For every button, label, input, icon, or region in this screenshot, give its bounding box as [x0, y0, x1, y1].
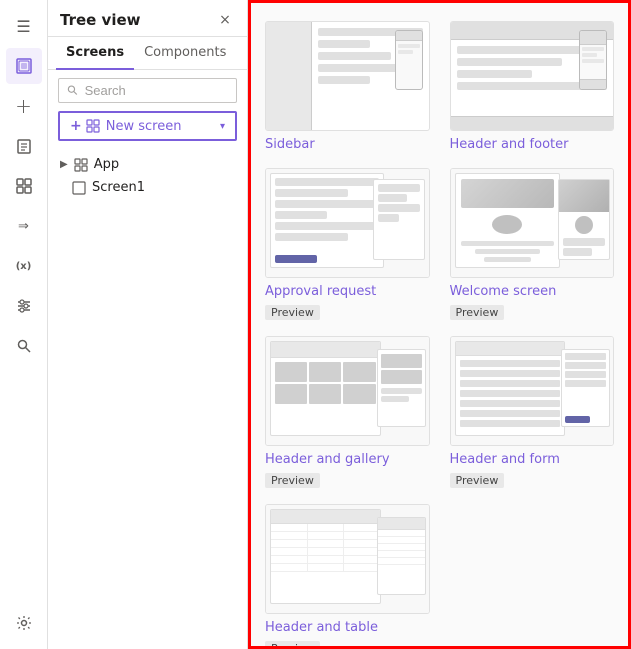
- table-label-row: Header and table Preview: [265, 620, 430, 649]
- form-label: Header and form: [450, 452, 560, 467]
- search-icon: [67, 84, 79, 97]
- template-form: Header and form Preview: [450, 336, 615, 488]
- template-panel: Sidebar: [248, 0, 631, 649]
- template-gallery: Header and gallery Preview: [265, 336, 430, 488]
- clipboard-icon[interactable]: [6, 128, 42, 164]
- tree-panel: Tree view × Screens Components + New scr…: [48, 0, 248, 649]
- new-screen-grid-icon: [86, 119, 100, 133]
- template-table: Header and table Preview: [265, 504, 430, 649]
- header-footer-label-row: Header and footer: [450, 137, 615, 152]
- search-icon[interactable]: [6, 328, 42, 364]
- new-screen-chevron: ▾: [220, 121, 225, 132]
- template-approval: Approval request Preview: [265, 168, 430, 320]
- gallery-preview-badge[interactable]: Preview: [265, 473, 320, 488]
- app-icon: [74, 158, 88, 172]
- template-header-footer: Header and footer: [450, 21, 615, 152]
- table-preview-badge[interactable]: Preview: [265, 641, 320, 649]
- tree-panel-title: Tree view: [60, 11, 141, 29]
- sidebar-label-row: Sidebar: [265, 137, 430, 152]
- approval-preview-badge[interactable]: Preview: [265, 305, 320, 320]
- tree-item-screen1[interactable]: Screen1: [48, 176, 247, 199]
- table-label: Header and table: [265, 620, 378, 635]
- tab-screens[interactable]: Screens: [56, 37, 134, 70]
- form-thumbnail[interactable]: [450, 336, 615, 446]
- approval-thumbnail[interactable]: [265, 168, 430, 278]
- table-thumbnail[interactable]: [265, 504, 430, 614]
- hamburger-icon[interactable]: ☰: [6, 8, 42, 44]
- gallery-label: Header and gallery: [265, 452, 390, 467]
- screen-icon: [72, 181, 86, 195]
- approval-label-row: Approval request Preview: [265, 284, 430, 320]
- app-caret-icon: ▶: [60, 159, 68, 170]
- tree-item-app[interactable]: ▶ App: [48, 153, 247, 176]
- close-button[interactable]: ×: [215, 10, 235, 30]
- settings-bottom-icon[interactable]: [6, 605, 42, 641]
- variable-icon[interactable]: (x): [6, 248, 42, 284]
- welcome-label-row: Welcome screen Preview: [450, 284, 615, 320]
- new-screen-label: New screen: [106, 119, 182, 134]
- welcome-thumbnail[interactable]: [450, 168, 615, 278]
- tree-item-screen1-label: Screen1: [92, 180, 145, 195]
- gallery-thumbnail[interactable]: [265, 336, 430, 446]
- gallery-label-row: Header and gallery Preview: [265, 452, 430, 488]
- template-welcome: Welcome screen Preview: [450, 168, 615, 320]
- sidebar-label: Sidebar: [265, 137, 315, 152]
- template-sidebar: Sidebar: [265, 21, 430, 152]
- new-screen-button[interactable]: + New screen ▾: [58, 111, 237, 141]
- header-footer-thumbnail[interactable]: [450, 21, 615, 131]
- header-footer-label: Header and footer: [450, 137, 569, 152]
- form-preview-badge[interactable]: Preview: [450, 473, 505, 488]
- sliders-icon[interactable]: [6, 288, 42, 324]
- welcome-preview-badge[interactable]: Preview: [450, 305, 505, 320]
- tree-panel-header: Tree view ×: [48, 0, 247, 37]
- form-label-row: Header and form Preview: [450, 452, 615, 488]
- tree-item-app-label: App: [94, 157, 119, 172]
- search-box: [58, 78, 237, 103]
- layers-icon[interactable]: [6, 48, 42, 84]
- new-screen-plus-icon: +: [70, 118, 82, 134]
- tree-items: ▶ App Screen1: [48, 149, 247, 649]
- component-icon[interactable]: [6, 168, 42, 204]
- plus-icon[interactable]: +: [6, 88, 42, 124]
- search-input[interactable]: [85, 83, 228, 98]
- tree-tabs: Screens Components: [48, 37, 247, 70]
- tab-components[interactable]: Components: [134, 37, 236, 70]
- icon-bar: ☰ + ⇒ (x): [0, 0, 48, 649]
- template-grid: Sidebar: [261, 13, 618, 649]
- welcome-label: Welcome screen: [450, 284, 557, 299]
- connect-icon[interactable]: ⇒: [6, 208, 42, 244]
- sidebar-thumbnail[interactable]: [265, 21, 430, 131]
- approval-label: Approval request: [265, 284, 376, 299]
